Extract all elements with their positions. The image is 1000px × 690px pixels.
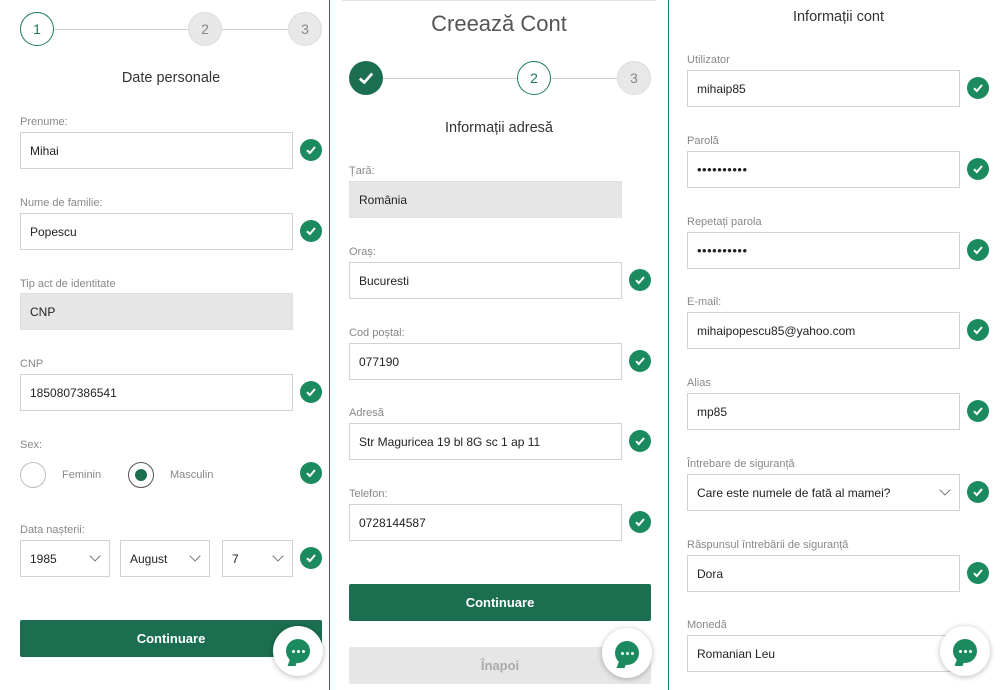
page-title: Creează Cont xyxy=(431,11,567,36)
check-circle-icon xyxy=(629,430,651,452)
step-connector xyxy=(54,29,188,30)
birth-day-select[interactable]: 7 xyxy=(222,540,293,577)
chevron-down-icon xyxy=(939,484,951,496)
step-2-indicator: 2 xyxy=(517,61,551,95)
phone-input[interactable]: 0728144587 xyxy=(349,504,622,541)
postal-code-input[interactable]: 077190 xyxy=(349,343,622,380)
currency-select[interactable]: Romanian Leu xyxy=(687,635,960,672)
check-circle-icon xyxy=(967,77,989,99)
chat-bubble-icon xyxy=(615,641,639,665)
sex-label: Sex: xyxy=(20,439,43,451)
account-panel: Informații cont Utilizator mihaip85 Paro… xyxy=(669,0,1000,690)
chevron-down-icon xyxy=(272,550,284,562)
check-circle-icon xyxy=(967,481,989,503)
birth-year-select[interactable]: 1985 xyxy=(20,540,110,577)
repeat-password-input[interactable]: •••••••••• xyxy=(687,232,960,269)
password-input[interactable]: •••••••••• xyxy=(687,151,960,188)
chevron-down-icon xyxy=(89,550,101,562)
currency-label: Monedă xyxy=(687,619,727,631)
address-panel: Creează Cont 2 3 Informații adresă Țară:… xyxy=(329,0,669,690)
check-circle-icon xyxy=(629,269,651,291)
password-label: Parolă xyxy=(687,135,719,147)
last-name-label: Nume de familie: xyxy=(20,197,103,209)
email-input[interactable]: mihaipopescu85@yahoo.com xyxy=(687,312,960,349)
city-input[interactable]: Bucuresti xyxy=(349,262,622,299)
personal-data-panel: 1 2 3 Date personale Prenume: Mihai Nume… xyxy=(0,0,329,690)
step-3-indicator: 3 xyxy=(617,61,651,95)
security-question-select[interactable]: Care este numele de fată al mamei? xyxy=(687,474,960,511)
alias-label: Alias xyxy=(687,377,711,389)
check-circle-icon xyxy=(967,158,989,180)
step-connector xyxy=(383,78,517,79)
cnp-input[interactable]: 1850807386541 xyxy=(20,374,293,411)
country-label: Țară: xyxy=(349,165,375,177)
step-1-done xyxy=(349,61,383,95)
cnp-label: CNP xyxy=(20,358,44,370)
postal-code-label: Cod poștal: xyxy=(349,327,405,339)
step-1-indicator: 1 xyxy=(20,12,54,46)
address-input[interactable]: Str Maguricea 19 bl 8G sc 1 ap 11 xyxy=(349,423,622,460)
first-name-label: Prenume: xyxy=(20,116,68,128)
address-label: Adresă xyxy=(349,407,384,419)
checkmark-icon xyxy=(358,72,374,85)
security-question-label: Întrebare de siguranță xyxy=(687,458,795,470)
id-type-label: Tip act de identitate xyxy=(20,278,116,290)
step-3-indicator: 3 xyxy=(288,12,322,46)
section-title: Informații adresă xyxy=(445,120,553,136)
last-name-input[interactable]: Popescu xyxy=(20,213,293,250)
first-name-input[interactable]: Mihai xyxy=(20,132,293,169)
chevron-down-icon xyxy=(189,550,201,562)
birth-month-select[interactable]: August xyxy=(120,540,210,577)
check-circle-icon xyxy=(300,381,322,403)
chat-bubble-icon xyxy=(953,639,977,663)
alias-input[interactable]: mp85 xyxy=(687,393,960,430)
check-circle-icon xyxy=(300,220,322,242)
id-type-field: CNP xyxy=(20,293,293,330)
chat-button[interactable] xyxy=(273,626,323,676)
phone-label: Telefon: xyxy=(349,488,388,500)
divider xyxy=(342,0,656,1)
check-circle-icon xyxy=(967,319,989,341)
radio-feminin-label: Feminin xyxy=(62,469,102,481)
check-circle-icon xyxy=(300,462,322,484)
city-label: Oraș: xyxy=(349,246,376,258)
step-2-indicator: 2 xyxy=(188,12,222,46)
country-field: România xyxy=(349,181,622,218)
username-label: Utilizator xyxy=(687,54,730,66)
chat-bubble-icon xyxy=(286,639,310,663)
birth-date-label: Data nașterii: xyxy=(20,524,85,536)
security-answer-input[interactable]: Dora xyxy=(687,555,960,592)
check-circle-icon xyxy=(629,511,651,533)
email-label: E-mail: xyxy=(687,296,722,308)
radio-masculin[interactable] xyxy=(128,462,154,488)
check-circle-icon xyxy=(300,139,322,161)
username-input[interactable]: mihaip85 xyxy=(687,70,960,107)
step-connector xyxy=(551,78,617,79)
check-circle-icon xyxy=(300,547,322,569)
step-connector xyxy=(222,29,288,30)
section-title: Informații cont xyxy=(792,9,885,25)
chat-button[interactable] xyxy=(602,628,652,678)
check-circle-icon xyxy=(629,350,651,372)
chat-button[interactable] xyxy=(940,626,990,676)
continue-button[interactable]: Continuare xyxy=(349,584,651,621)
radio-masculin-label: Masculin xyxy=(170,469,214,481)
section-title: Date personale xyxy=(121,70,221,86)
security-answer-label: Răspunsul întrebării de siguranță xyxy=(687,539,849,551)
check-circle-icon xyxy=(967,239,989,261)
repeat-password-label: Repetați parola xyxy=(687,216,762,228)
radio-feminin[interactable] xyxy=(20,462,46,488)
check-circle-icon xyxy=(967,562,989,584)
check-circle-icon xyxy=(967,400,989,422)
